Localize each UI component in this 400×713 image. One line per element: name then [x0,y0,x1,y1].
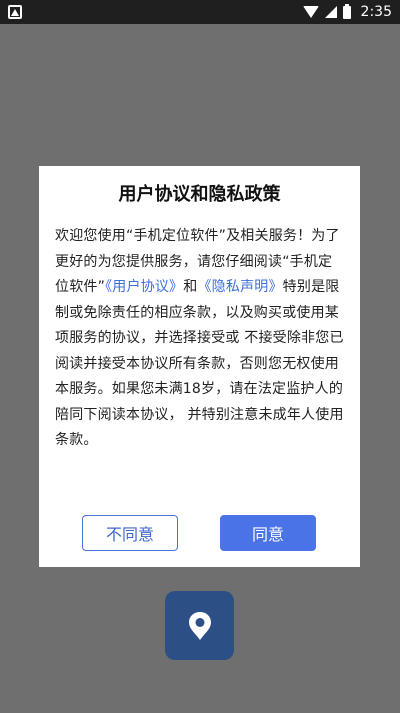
signal-icon [324,6,337,18]
status-right: 2:35 [302,3,392,20]
agree-button[interactable]: 同意 [220,515,316,551]
status-bar: 2:35 [0,0,400,24]
app-icon[interactable] [165,591,234,660]
status-left [8,5,22,19]
dialog-body: 欢迎您使用“手机定位软件”及相关服务！为了更好的为您提供服务，请您仔细阅读“手机… [55,224,346,454]
body-text-3: 特别是限制或免除责任的相应条款，以及购买或使用某项服务的协议，并选择接受或 不接… [55,279,344,448]
app-notification-icon [8,5,22,19]
location-pin-icon [185,611,215,641]
wifi-icon [302,6,319,18]
privacy-statement-link[interactable]: 《隐私声明》 [197,279,282,295]
dialog-title: 用户协议和隐私政策 [118,184,281,205]
user-agreement-link[interactable]: 《用户协议》 [105,279,183,295]
agreement-dialog: 用户协议和隐私政策 欢迎您使用“手机定位软件”及相关服务！为了更好的为您提供服务… [39,166,360,567]
disagree-button[interactable]: 不同意 [82,515,178,551]
battery-icon [342,3,351,19]
body-text-2: 和 [183,279,198,295]
status-time: 2:35 [360,4,392,20]
